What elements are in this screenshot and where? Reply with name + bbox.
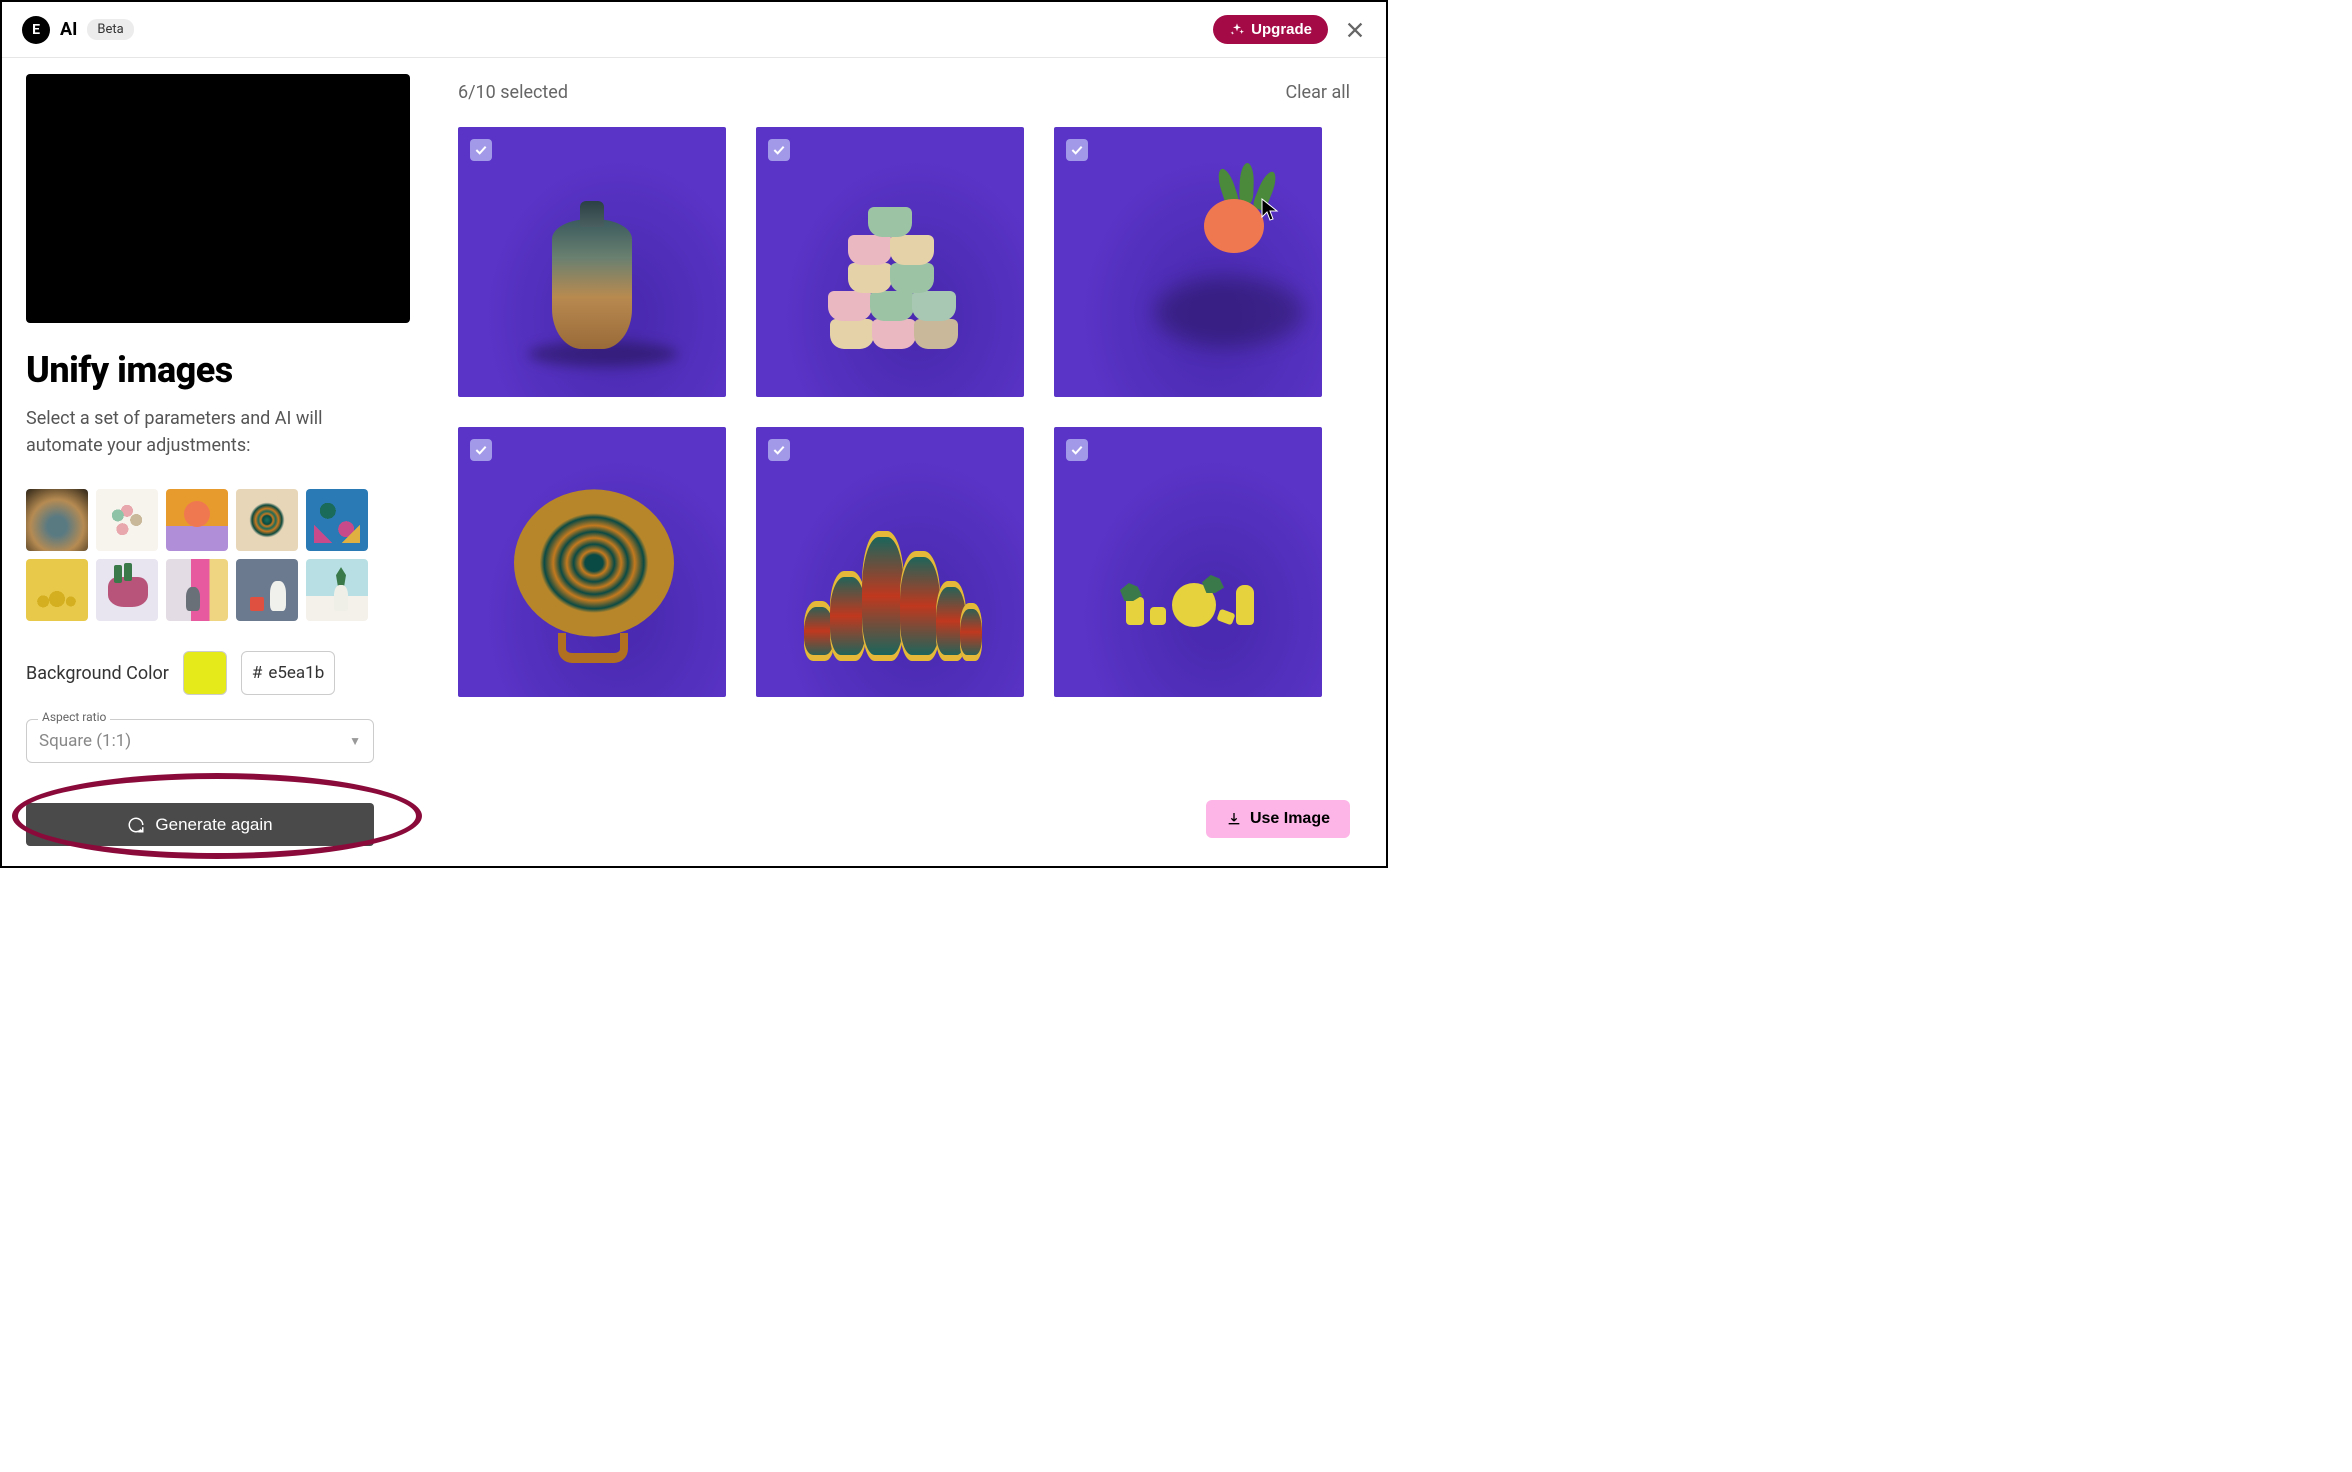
selected-checkbox[interactable] <box>470 139 492 161</box>
thumbnail[interactable] <box>166 489 228 551</box>
bg-color-swatch[interactable] <box>183 651 227 695</box>
use-image-button[interactable]: Use Image <box>1206 800 1350 838</box>
selected-checkbox[interactable] <box>768 439 790 461</box>
check-icon <box>473 142 489 158</box>
thumbnail[interactable] <box>26 489 88 551</box>
app-header: E AI Beta Upgrade <box>2 2 1386 58</box>
page-title: Unify images <box>26 349 384 391</box>
upgrade-label: Upgrade <box>1251 21 1312 38</box>
aspect-ratio-value: Square (1:1) <box>39 731 131 751</box>
upgrade-button[interactable]: Upgrade <box>1213 15 1328 44</box>
download-icon <box>1226 811 1242 827</box>
brand-name: AI <box>60 19 77 40</box>
thumbnail[interactable] <box>166 559 228 621</box>
thumbnail[interactable] <box>306 489 368 551</box>
result-tile[interactable] <box>1054 427 1322 697</box>
close-button[interactable] <box>1344 19 1366 41</box>
page-description: Select a set of parameters and AI will a… <box>26 405 384 459</box>
thumbnail[interactable] <box>306 559 368 621</box>
aspect-ratio-select[interactable]: Square (1:1) ▼ <box>26 719 374 763</box>
result-tile[interactable] <box>1054 127 1322 397</box>
check-icon <box>1069 142 1085 158</box>
bg-color-label: Background Color <box>26 663 169 684</box>
result-tile[interactable] <box>458 427 726 697</box>
selected-checkbox[interactable] <box>768 139 790 161</box>
bg-color-input[interactable]: # e5ea1b <box>241 651 335 695</box>
selected-checkbox[interactable] <box>1066 139 1088 161</box>
sparkle-icon <box>1229 22 1245 38</box>
brand-logo: E <box>22 16 50 44</box>
thumbnail[interactable] <box>96 559 158 621</box>
preview-image <box>26 74 410 323</box>
hash-prefix: # <box>252 663 262 683</box>
thumbnail[interactable] <box>236 489 298 551</box>
thumbnail[interactable] <box>96 489 158 551</box>
close-icon <box>1344 19 1366 41</box>
generate-again-button[interactable]: Generate again <box>26 803 374 846</box>
results-panel: 6/10 selected Clear all <box>412 58 1386 866</box>
clear-all-link[interactable]: Clear all <box>1285 82 1350 103</box>
selected-checkbox[interactable] <box>1066 439 1088 461</box>
aspect-ratio-label: Aspect ratio <box>38 710 110 724</box>
result-tile[interactable] <box>756 127 1024 397</box>
check-icon <box>771 142 787 158</box>
source-thumbnails <box>26 489 384 621</box>
settings-sidebar: Unify images Select a set of parameters … <box>2 58 412 866</box>
generate-label: Generate again <box>155 815 272 835</box>
check-icon <box>473 442 489 458</box>
thumbnail[interactable] <box>26 559 88 621</box>
refresh-icon <box>127 816 145 834</box>
selected-checkbox[interactable] <box>470 439 492 461</box>
chevron-down-icon: ▼ <box>349 734 361 748</box>
result-tile[interactable] <box>756 427 1024 697</box>
check-icon <box>1069 442 1085 458</box>
result-tile[interactable] <box>458 127 726 397</box>
thumbnail[interactable] <box>236 559 298 621</box>
use-image-label: Use Image <box>1250 810 1330 828</box>
check-icon <box>771 442 787 458</box>
beta-badge: Beta <box>87 19 133 40</box>
selected-count: 6/10 selected <box>458 82 568 103</box>
bg-color-value: e5ea1b <box>268 663 324 683</box>
